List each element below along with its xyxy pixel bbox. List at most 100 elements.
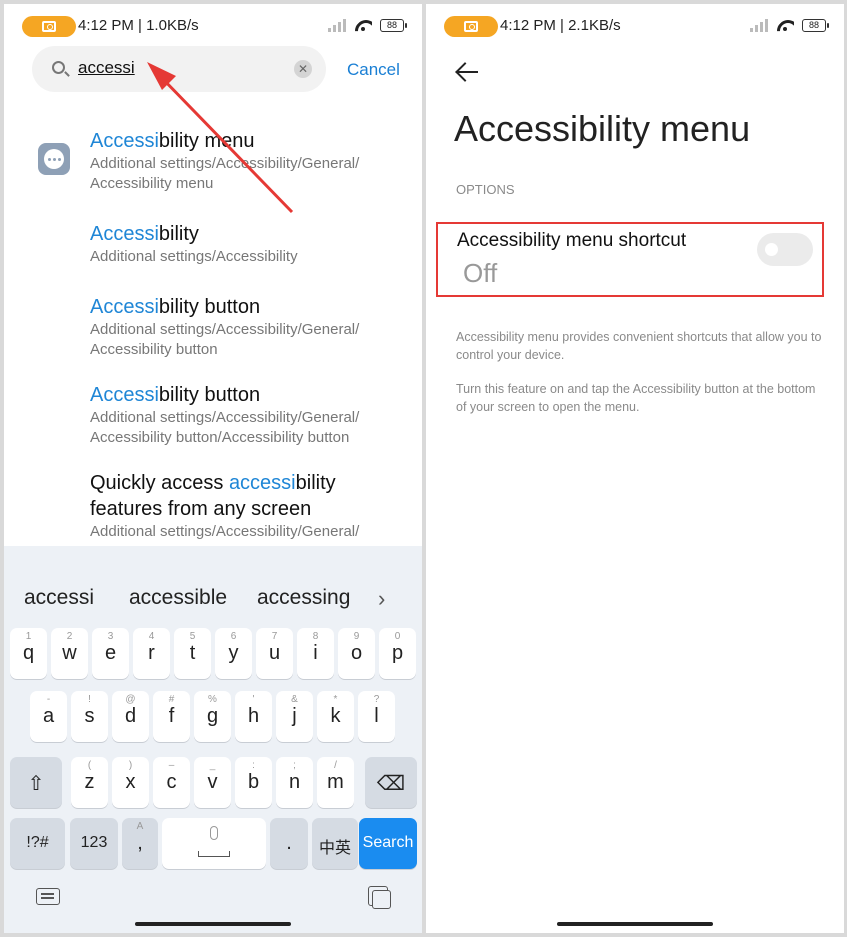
screen-record-indicator — [444, 16, 498, 37]
key-hint: @ — [125, 694, 136, 705]
key-label: l — [374, 705, 379, 727]
key-hint: 1 — [25, 631, 32, 642]
key-u[interactable]: 7u — [256, 628, 293, 679]
key-h[interactable]: ' h — [235, 691, 272, 742]
key-hint: ) — [128, 760, 133, 771]
accessibility-shortcut-setting[interactable]: Accessibility menu shortcut Off — [436, 222, 824, 297]
key-label: v — [207, 771, 218, 793]
key-hint: - — [46, 694, 51, 705]
result-title: Accessibility menu — [90, 130, 255, 152]
result-path: Additional settings/Accessibility/Genera… — [90, 523, 360, 540]
keyboard: accessi accessible accessing › 1q2w3e4r5… — [4, 546, 422, 933]
key-s[interactable]: ! s — [71, 691, 108, 742]
language-key[interactable]: 中英 — [312, 818, 358, 869]
clipboard-icon[interactable] — [368, 886, 391, 909]
shift-key[interactable]: ⇧ — [10, 757, 62, 808]
camera-icon — [42, 21, 56, 32]
key-a[interactable]: -a — [30, 691, 67, 742]
suggestion[interactable]: accessi — [24, 586, 94, 610]
search-result[interactable]: Accessibility button Additional settings… — [90, 382, 410, 448]
key-z[interactable]: (z — [71, 757, 108, 808]
result-path: Additional settings/Accessibility/Genera… — [90, 321, 360, 358]
key-n[interactable]: ; n — [276, 757, 313, 808]
search-result[interactable]: Quickly access accessibility features fr… — [90, 470, 410, 542]
key-y[interactable]: 6y — [215, 628, 252, 679]
key-label: m — [327, 771, 344, 793]
key-x[interactable]: ) x — [112, 757, 149, 808]
symbols-key[interactable]: !?# — [10, 818, 65, 869]
home-indicator[interactable] — [135, 922, 291, 926]
search-input[interactable]: accessi — [78, 58, 135, 78]
clear-search-button[interactable]: ✕ — [294, 60, 312, 78]
search-key[interactable]: Search — [359, 818, 417, 869]
key-v[interactable]: _ v — [194, 757, 231, 808]
key-hint: # — [168, 694, 175, 705]
key-hint: 3 — [107, 631, 114, 642]
cancel-button[interactable]: Cancel — [347, 60, 400, 80]
key-hint: 7 — [271, 631, 278, 642]
key-p[interactable]: 0p — [379, 628, 416, 679]
home-indicator[interactable] — [557, 922, 713, 926]
back-arrow-icon[interactable] — [456, 62, 480, 82]
key-j[interactable]: & j — [276, 691, 313, 742]
suggestion[interactable]: accessible — [129, 586, 227, 610]
search-result[interactable]: Accessibility Additional settings/Access… — [90, 221, 410, 267]
key-o[interactable]: 9o — [338, 628, 375, 679]
numbers-key[interactable]: 123 — [70, 818, 118, 869]
key-r[interactable]: 4r — [133, 628, 170, 679]
key-hint: 6 — [230, 631, 237, 642]
key-c[interactable]: – c — [153, 757, 190, 808]
search-bar[interactable]: accessi ✕ — [32, 46, 326, 92]
key-q[interactable]: 1q — [10, 628, 47, 679]
key-label: d — [124, 705, 137, 727]
key-hint: ' — [252, 694, 255, 705]
key-label: z — [84, 771, 95, 793]
keyboard-icon[interactable] — [36, 888, 60, 905]
period-key[interactable]: . — [270, 818, 308, 869]
key-hint: 9 — [353, 631, 360, 642]
toggle-knob — [765, 243, 778, 256]
section-label: OPTIONS — [456, 182, 515, 197]
key-d[interactable]: @ d — [112, 691, 149, 742]
key-label: n — [288, 771, 301, 793]
result-path: Additional settings/Accessibility/Genera… — [90, 409, 360, 446]
suggestion[interactable]: accessing — [257, 586, 350, 610]
comma-key[interactable]: A, — [122, 818, 158, 869]
status-bar: 4:12 PM | 2.1KB/s 88 — [426, 14, 844, 40]
key-l[interactable]: ? l — [358, 691, 395, 742]
key-m[interactable]: / m — [317, 757, 354, 808]
status-time-speed: 4:12 PM | 2.1KB/s — [500, 17, 621, 34]
key-hint: / — [334, 760, 337, 771]
key-label: k — [330, 705, 341, 727]
key-label: h — [247, 705, 260, 727]
key-f[interactable]: # f — [153, 691, 190, 742]
battery-icon: 88 — [380, 18, 407, 32]
backspace-key[interactable]: ⌫ — [365, 757, 417, 808]
search-result[interactable]: Accessibility menu Additional settings/A… — [90, 128, 410, 194]
description: Accessibility menu provides convenient s… — [456, 330, 822, 362]
search-result[interactable]: Accessibility button Additional settings… — [90, 294, 410, 360]
key-label: x — [125, 771, 136, 793]
key-k[interactable]: * k — [317, 691, 354, 742]
key-t[interactable]: 5t — [174, 628, 211, 679]
chat-bubble-icon — [44, 149, 64, 169]
key-w[interactable]: 2w — [51, 628, 88, 679]
key-b[interactable]: :b — [235, 757, 272, 808]
page-title: Accessibility menu — [454, 108, 751, 149]
setting-title: Accessibility menu shortcut — [457, 230, 687, 251]
shortcut-toggle[interactable] — [757, 233, 813, 266]
key-label: q — [22, 642, 35, 664]
key-e[interactable]: 3e — [92, 628, 129, 679]
key-label: p — [391, 642, 404, 664]
key-g[interactable]: % g — [194, 691, 231, 742]
key-label: w — [62, 642, 77, 664]
space-key[interactable] — [162, 818, 266, 869]
chevron-right-icon[interactable]: › — [378, 586, 385, 612]
key-hint: ; — [293, 760, 296, 771]
key-hint: 2 — [66, 631, 73, 642]
key-i[interactable]: 8i — [297, 628, 334, 679]
key-hint: & — [291, 694, 298, 705]
key-hint: _ — [209, 760, 216, 771]
key-hint: 4 — [148, 631, 155, 642]
key-hint: ? — [373, 694, 380, 705]
